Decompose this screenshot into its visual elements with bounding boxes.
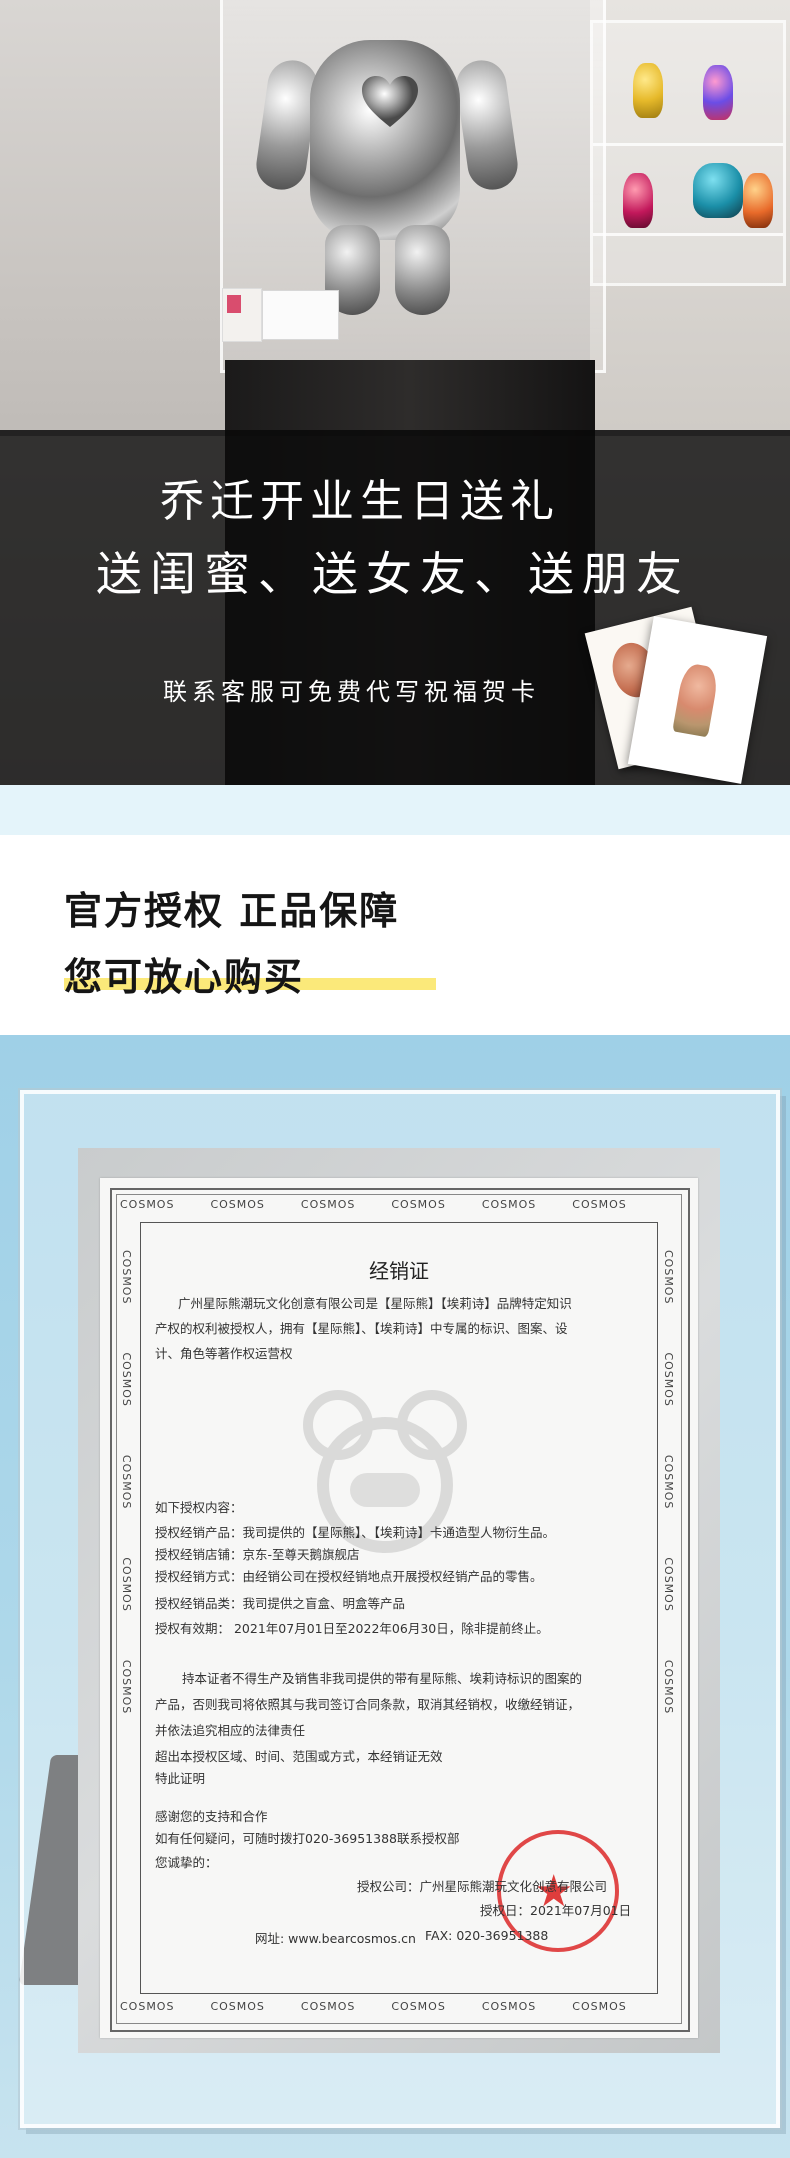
section-divider xyxy=(0,785,790,835)
website-text: 网址: www.bearcosmos.cn xyxy=(255,1931,416,1946)
certificate-title: 经销证 xyxy=(369,1259,429,1283)
heart-icon xyxy=(362,76,418,127)
logo-border-bottom: COSMOS COSMOS COSMOS COSMOS COSMOS COSMO… xyxy=(120,2000,627,2013)
notice-text: 特此证明 xyxy=(155,1771,206,1786)
notice-text: 并依法追究相应的法律责任 xyxy=(155,1723,306,1738)
auth-intro: 如下授权内容： xyxy=(155,1500,243,1515)
notice-text: 持本证者不得生产及销售非我司提供的带有星际熊、埃莉诗标识的图案的 xyxy=(182,1671,583,1686)
headline-section xyxy=(0,835,790,1035)
thanks-text: 感谢您的支持和合作 xyxy=(155,1809,268,1824)
logo-border-left: COSMOS COSMOS COSMOS COSMOS COSMOS xyxy=(120,1250,133,1715)
hero-title: 乔迁开业生日送礼 xyxy=(160,476,560,527)
auth-item: 授权经销店铺：京东-至尊天鹅旗舰店 xyxy=(155,1547,360,1562)
auth-item: 授权经销品类：我司提供之盲盒、明盒等产品 xyxy=(155,1596,406,1611)
certificate-paragraph: 广州星际熊潮玩文化创意有限公司是【星际熊】【埃莉诗】品牌特定知识 xyxy=(178,1296,572,1311)
auth-item: 授权经销方式：由经销公司在授权经销地点开展授权经销产品的零售。 xyxy=(155,1569,543,1584)
bear-figure-leg xyxy=(395,225,450,315)
certificate-paragraph: 计、角色等著作权运营权 xyxy=(155,1346,293,1361)
notice-text: 超出本授权区域、时间、范围或方式，本经销证无效 xyxy=(155,1749,443,1764)
issuer-text: 授权公司：广州星际熊潮玩文化创意有限公司 xyxy=(357,1879,608,1894)
bear-figure xyxy=(310,40,460,240)
auth-item: 授权经销产品：我司提供的【星际熊】、【埃莉诗】卡通造型人物衍生品。 xyxy=(155,1525,556,1540)
thanks-text: 您诚挚的： xyxy=(155,1855,218,1870)
hero-service-note: 联系客服可免费代写祝福贺卡 xyxy=(163,678,540,706)
auth-item: 授权有效期： 2021年07月01日至2022年06月30日，除非提前终止。 xyxy=(155,1621,549,1636)
hero-subtitle: 送闺蜜、送女友、送朋友 xyxy=(96,547,690,601)
fax-text: FAX: 020-36951388 xyxy=(425,1928,549,1943)
logo-border-right: COSMOS COSMOS COSMOS COSMOS COSMOS xyxy=(662,1250,675,1715)
product-card xyxy=(222,288,262,342)
issue-date: 授权日：2021年07月01日 xyxy=(480,1903,632,1918)
headline-subtitle: 您可放心购买 xyxy=(64,955,305,999)
hero-banner: 乔迁开业生日送礼 送闺蜜、送女友、送朋友 联系客服可免费代写祝福贺卡 xyxy=(0,0,790,785)
headline-title: 官方授权 正品保障 xyxy=(64,889,400,933)
product-label xyxy=(262,290,339,340)
display-shelf xyxy=(590,20,786,286)
logo-border-top: COSMOS COSMOS COSMOS COSMOS COSMOS COSMO… xyxy=(120,1198,627,1211)
notice-text: 产品，否则我司将依照其与我司签订合同条款，取消其经销权，收缴经销证， xyxy=(155,1697,581,1712)
certificate-paragraph: 产权的权利被授权人，拥有【星际熊】、【埃莉诗】中专属的标识、图案、设 xyxy=(155,1321,568,1336)
thanks-text: 如有任何疑问，可随时拨打020-36951388联系授权部 xyxy=(155,1831,460,1846)
